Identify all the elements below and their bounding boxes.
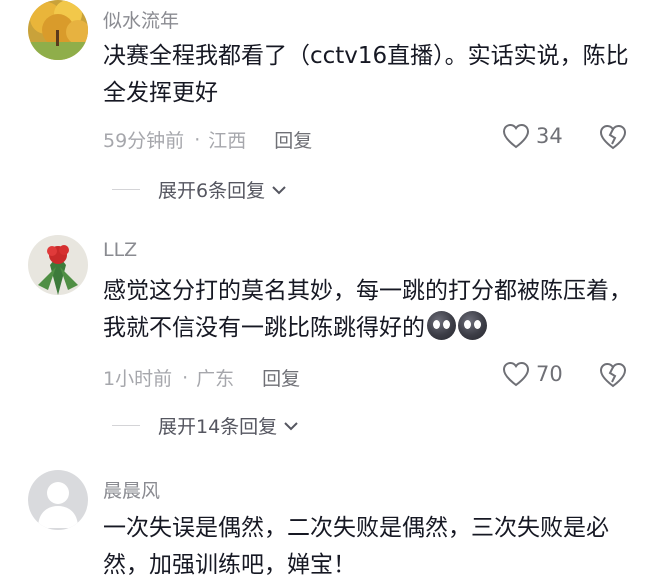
comment-location: 广东 bbox=[196, 368, 235, 390]
heart-icon bbox=[502, 123, 530, 149]
autumn-tree-avatar-icon[interactable] bbox=[28, 0, 88, 60]
heart-icon bbox=[502, 361, 530, 387]
like-button[interactable]: 70 bbox=[502, 361, 563, 387]
comment-time: 59分钟前 bbox=[103, 130, 185, 152]
face-emoji-icon bbox=[458, 311, 487, 340]
comment-meta: 1小时前 · 广东 回复 bbox=[103, 364, 300, 391]
expand-replies-label: 展开14条回复 bbox=[158, 416, 278, 438]
expand-replies-button[interactable]: 展开14条回复 bbox=[112, 412, 299, 439]
broken-heart-icon bbox=[599, 124, 627, 150]
comment-username[interactable]: LLZ bbox=[103, 239, 137, 261]
comment-meta: 59分钟前 · 江西 回复 bbox=[103, 126, 312, 153]
comment-text-body: 感觉这分打的莫名其妙，每一跳的打分都被陈压着，我就不信没有一跳比陈跳得好的 bbox=[103, 278, 632, 341]
default-person-avatar-icon[interactable] bbox=[28, 470, 88, 530]
meta-separator: · bbox=[182, 366, 189, 389]
flower-avatar-icon[interactable] bbox=[28, 235, 88, 295]
broken-heart-icon bbox=[599, 362, 627, 388]
comment-time: 1小时前 bbox=[103, 368, 173, 390]
like-count: 34 bbox=[536, 124, 563, 148]
like-count: 70 bbox=[536, 362, 563, 386]
meta-separator: · bbox=[194, 128, 201, 151]
comment-text: 一次失误是偶然，二次失败是偶然，三次失败是必然，加强训练吧，婵宝！ bbox=[103, 515, 609, 578]
chevron-down-icon bbox=[272, 185, 286, 194]
divider-line bbox=[112, 189, 140, 190]
expand-replies-button[interactable]: 展开6条回复 bbox=[112, 176, 287, 203]
dislike-button[interactable] bbox=[599, 124, 627, 154]
face-emoji-icon bbox=[427, 311, 456, 340]
comment-text: 决赛全程我都看了（cctv16直播）。实话实说，陈比全发挥更好 bbox=[103, 43, 629, 106]
comment-username[interactable]: 晨晨风 bbox=[103, 476, 160, 503]
chevron-down-icon bbox=[284, 421, 298, 430]
like-button[interactable]: 34 bbox=[502, 123, 563, 149]
reply-button[interactable]: 回复 bbox=[262, 364, 300, 391]
comment-location: 江西 bbox=[208, 130, 247, 152]
comment-text: 感觉这分打的莫名其妙，每一跳的打分都被陈压着，我就不信没有一跳比陈跳得好的 bbox=[103, 273, 633, 347]
reply-button[interactable]: 回复 bbox=[274, 126, 312, 153]
dislike-button[interactable] bbox=[599, 362, 627, 392]
divider-line bbox=[112, 425, 140, 426]
comment-username[interactable]: 似水流年 bbox=[103, 6, 179, 33]
expand-replies-label: 展开6条回复 bbox=[158, 180, 266, 202]
comment-list: 似水流年 决赛全程我都看了（cctv16直播）。实话实说，陈比全发挥更好 59分… bbox=[0, 0, 660, 585]
